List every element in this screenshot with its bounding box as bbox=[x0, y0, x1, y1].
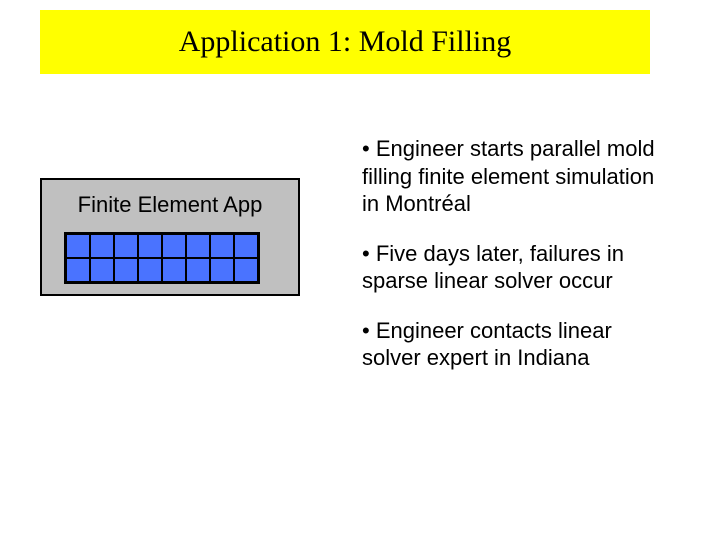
grid-cell bbox=[234, 234, 258, 258]
grid-cell bbox=[66, 258, 90, 282]
grid-cell bbox=[114, 234, 138, 258]
grid-cell bbox=[162, 258, 186, 282]
grid-cell bbox=[138, 234, 162, 258]
grid-cell bbox=[210, 258, 234, 282]
grid-cell bbox=[66, 234, 90, 258]
finite-element-app-label: Finite Element App bbox=[42, 192, 298, 218]
bullet-list: • Engineer starts parallel mold filling … bbox=[362, 135, 672, 394]
grid-cell bbox=[186, 234, 210, 258]
grid-cell bbox=[210, 234, 234, 258]
slide: Application 1: Mold Filling Finite Eleme… bbox=[0, 0, 720, 540]
grid-cell bbox=[90, 258, 114, 282]
grid-cell bbox=[234, 258, 258, 282]
bullet-1: • Engineer starts parallel mold filling … bbox=[362, 135, 672, 218]
grid-cell bbox=[162, 234, 186, 258]
finite-element-app-box: Finite Element App bbox=[40, 178, 300, 296]
processor-grid bbox=[64, 232, 260, 284]
grid-cell bbox=[138, 258, 162, 282]
grid-cell bbox=[186, 258, 210, 282]
grid-cell bbox=[90, 234, 114, 258]
bullet-2: • Five days later, failures in sparse li… bbox=[362, 240, 672, 295]
bullet-3: • Engineer contacts linear solver expert… bbox=[362, 317, 672, 372]
grid-cell bbox=[114, 258, 138, 282]
slide-title: Application 1: Mold Filling bbox=[179, 25, 512, 59]
title-banner: Application 1: Mold Filling bbox=[40, 10, 650, 74]
